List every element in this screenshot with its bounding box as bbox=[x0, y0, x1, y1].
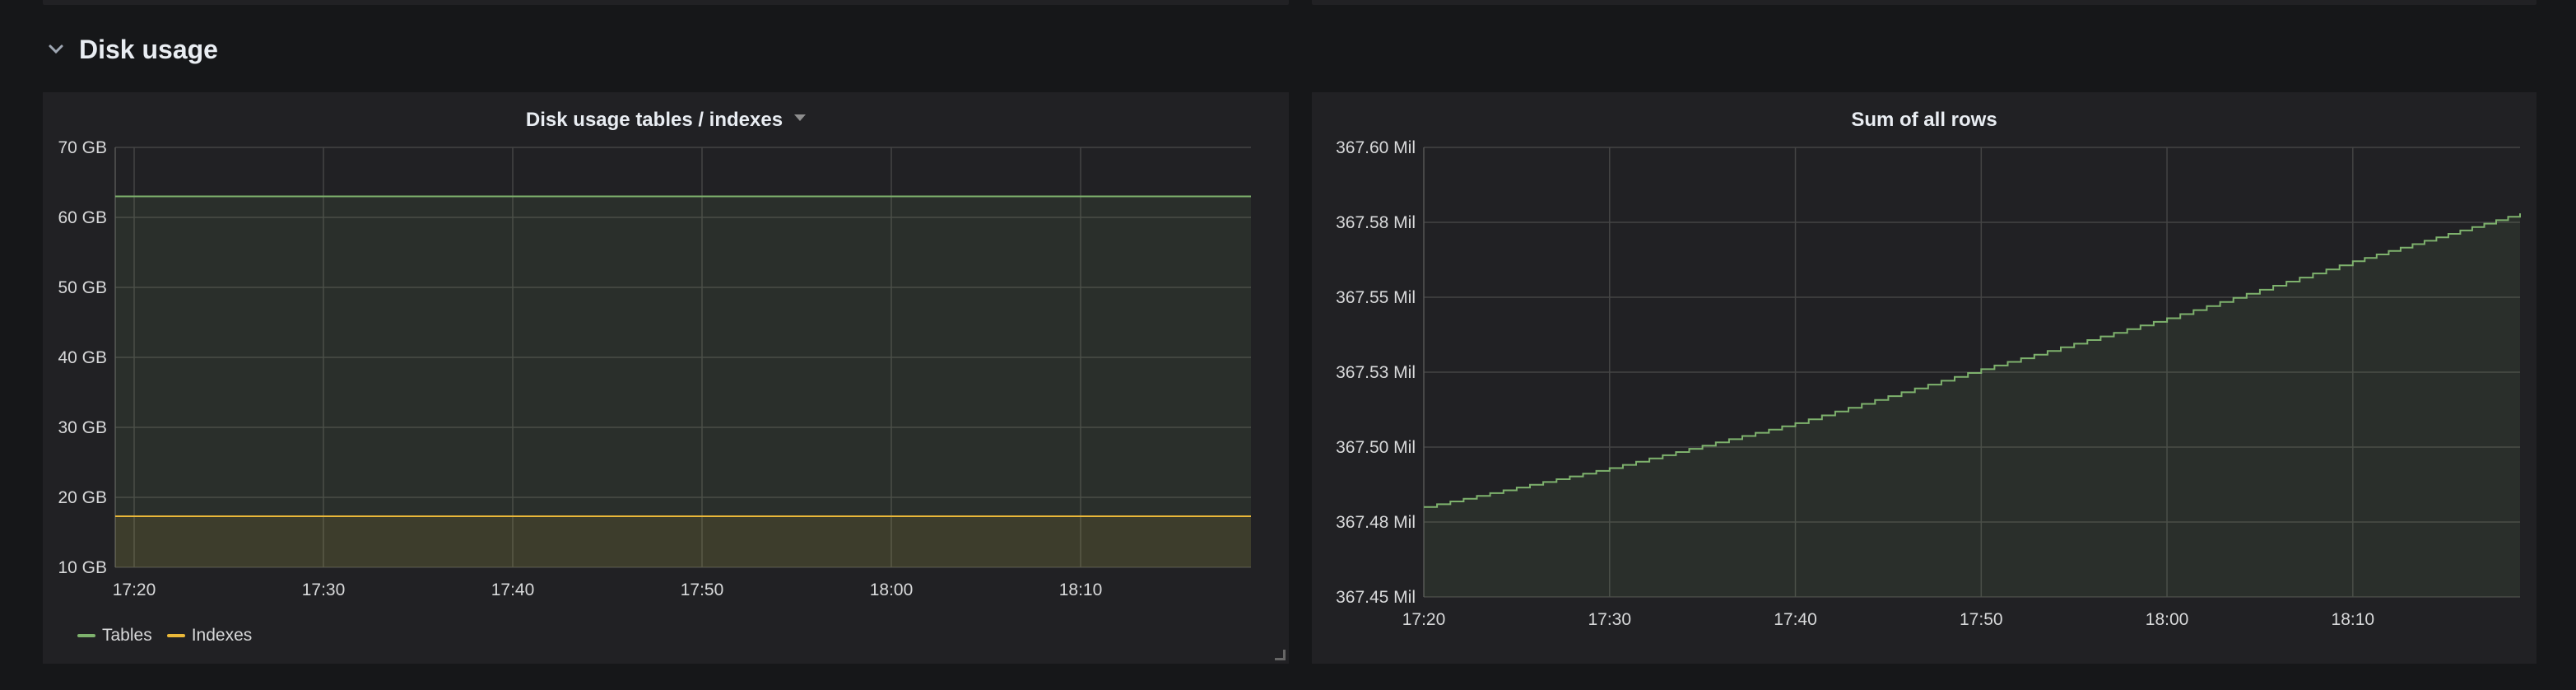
resize-handle[interactable] bbox=[1275, 650, 1286, 660]
x-tick-label: 18:10 bbox=[1059, 580, 1103, 599]
panel-disk-usage[interactable]: Disk usage tables / indexes 10 GB 20 GB 30… bbox=[43, 92, 1289, 664]
legend-label-indexes[interactable]: Indexes bbox=[192, 626, 253, 646]
y-tick-label: 30 GB bbox=[58, 418, 107, 437]
panel-sum-of-rows[interactable]: Sum of all rows 367.45 Mil 367.48 Mil 367.… bbox=[1312, 92, 2536, 664]
x-tick-label: 18:00 bbox=[2146, 610, 2189, 629]
series-area-1 bbox=[115, 516, 1251, 567]
series-area-0 bbox=[115, 196, 1251, 567]
y-tick-label: 367.55 Mil bbox=[1336, 288, 1416, 307]
legend-item-tables[interactable]: Tables bbox=[77, 626, 152, 646]
x-tick-label: 17:20 bbox=[1402, 610, 1446, 629]
legend: Tables Indexes bbox=[77, 626, 252, 646]
row-header-disk-usage[interactable]: Disk usage bbox=[46, 30, 218, 69]
panel-above-right bbox=[1312, 0, 2536, 5]
legend-swatch-indexes bbox=[166, 634, 185, 637]
y-tick-label: 367.60 Mil bbox=[1336, 138, 1416, 157]
chevron-down-icon[interactable] bbox=[46, 40, 66, 59]
x-tick-label: 17:30 bbox=[302, 580, 346, 599]
panel-above-left bbox=[43, 0, 1289, 5]
y-tick-label: 20 GB bbox=[58, 488, 107, 507]
y-tick-label: 40 GB bbox=[58, 348, 107, 367]
legend-item-indexes[interactable]: Indexes bbox=[166, 626, 253, 646]
x-tick-label: 18:10 bbox=[2332, 610, 2375, 629]
x-tick-label: 17:50 bbox=[681, 580, 724, 599]
y-tick-label: 367.48 Mil bbox=[1336, 513, 1416, 532]
x-tick-label: 17:50 bbox=[1960, 610, 2003, 629]
legend-swatch-tables bbox=[77, 634, 95, 637]
x-tick-label: 17:40 bbox=[1774, 610, 1817, 629]
y-tick-label: 60 GB bbox=[58, 208, 107, 227]
series-area-0 bbox=[1424, 213, 2520, 597]
x-tick-label: 17:20 bbox=[113, 580, 156, 599]
chart-disk-usage[interactable]: 10 GB 20 GB 30 GB 40 GB 50 GB 60 GB 70 GB 17:20… bbox=[43, 92, 1289, 664]
legend-label-tables[interactable]: Tables bbox=[102, 626, 152, 646]
y-tick-label: 70 GB bbox=[58, 138, 107, 157]
x-tick-label: 17:30 bbox=[1588, 610, 1631, 629]
y-tick-label: 367.50 Mil bbox=[1336, 438, 1416, 457]
y-tick-label: 367.58 Mil bbox=[1336, 213, 1416, 232]
x-tick-label: 18:00 bbox=[870, 580, 914, 599]
row-title: Disk usage bbox=[79, 34, 218, 64]
y-tick-label: 367.53 Mil bbox=[1336, 363, 1416, 382]
chart-sum-of-rows[interactable]: 367.45 Mil 367.48 Mil 367.50 Mil 367.53 Mil… bbox=[1312, 92, 2536, 664]
x-tick-label: 17:40 bbox=[491, 580, 535, 599]
y-tick-label: 10 GB bbox=[58, 558, 107, 577]
y-tick-label: 50 GB bbox=[58, 278, 107, 297]
y-tick-label: 367.45 Mil bbox=[1336, 588, 1416, 607]
